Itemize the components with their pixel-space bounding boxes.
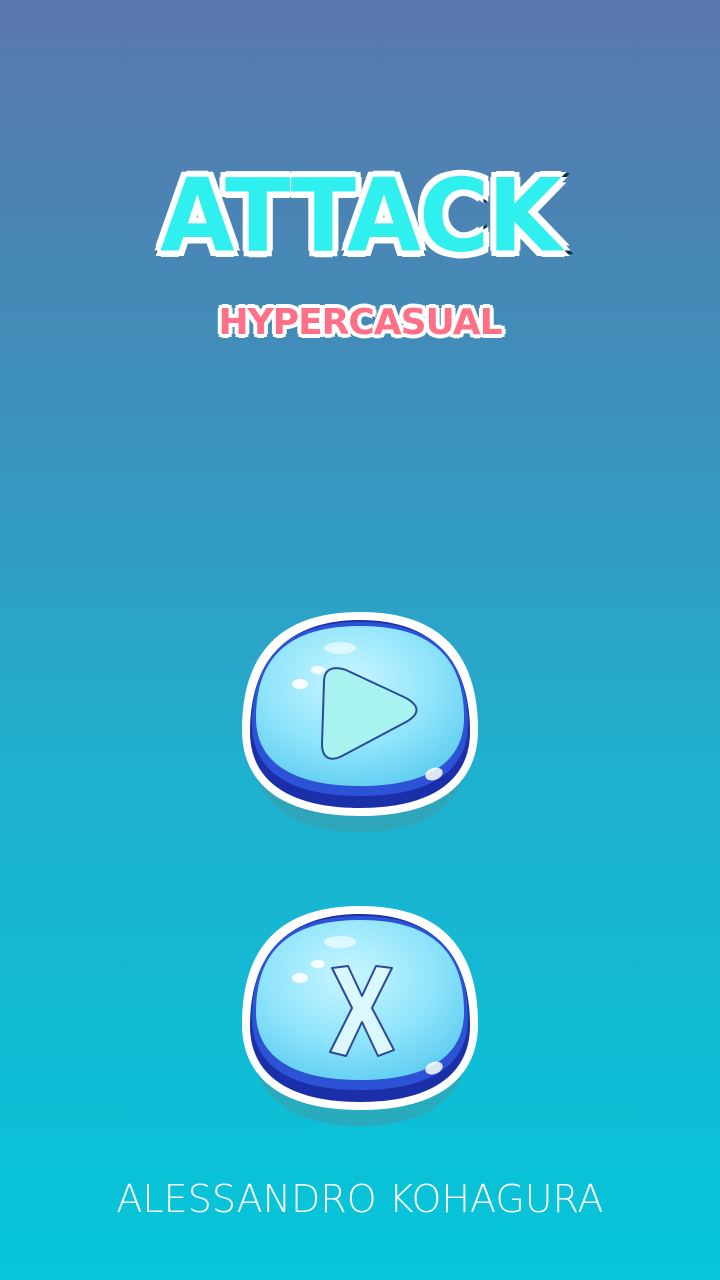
- game-title: ATTACK: [157, 157, 566, 275]
- quit-button-graphic: [242, 906, 478, 1126]
- game-subtitle: HYPERCASUAL: [216, 302, 504, 343]
- play-button[interactable]: [238, 612, 482, 832]
- author-credit: ALESSANDRO KOHAGURA: [116, 1177, 604, 1221]
- main-menu-screen: ATTACK HYPERCASUAL ALESSANDRO KOHAGURA: [0, 0, 720, 1280]
- quit-button[interactable]: [238, 906, 482, 1126]
- play-button-graphic: [242, 612, 478, 832]
